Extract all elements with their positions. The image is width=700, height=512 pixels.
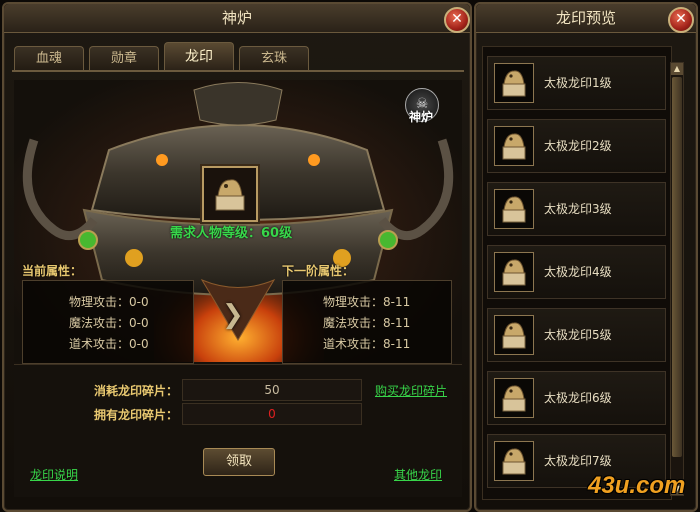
seal-preview-label: 太极龙印3级 — [544, 202, 612, 216]
scroll-thumb[interactable] — [672, 77, 682, 457]
seal-preview-title: 龙印预览 — [476, 4, 696, 33]
dragon-seal-icon — [494, 63, 534, 103]
seal-slot[interactable] — [202, 166, 258, 222]
current-magic-attack: 魔法攻击：0-0 — [69, 316, 149, 330]
dragon-seal-icon — [494, 189, 534, 229]
own-value: 0 — [182, 403, 362, 425]
dragon-seal-icon — [494, 252, 534, 292]
seal-preview-label: 太极龙印1级 — [544, 76, 612, 90]
seal-preview-item[interactable]: 太极龙印6级 — [487, 371, 666, 425]
tab-medal[interactable]: 勋章 — [89, 46, 159, 71]
seal-preview-label: 太极龙印6级 — [544, 391, 612, 405]
dragon-seal-icon — [215, 179, 245, 211]
current-attributes-title: 当前属性： — [22, 264, 83, 278]
other-seals-link[interactable]: 其他龙印 — [394, 466, 442, 483]
tab-mystic-pearl[interactable]: 玄珠 — [239, 46, 309, 71]
close-icon[interactable]: ✕ — [444, 7, 470, 33]
next-magic-attack: 魔法攻击：8-11 — [323, 316, 411, 330]
own-label: 拥有龙印碎片： — [93, 408, 178, 422]
seal-preview-label: 太极龙印5级 — [544, 328, 612, 342]
seal-preview-item[interactable]: 太极龙印1级 — [487, 56, 666, 110]
seal-preview-label: 太极龙印4级 — [544, 265, 612, 279]
seal-preview-item[interactable]: 太极龙印5级 — [487, 308, 666, 362]
upgrade-arrow-icon: ❯ — [222, 300, 244, 330]
buy-fragments-link[interactable]: 购买龙印碎片 — [375, 382, 447, 399]
seal-preview-label: 太极龙印2级 — [544, 139, 612, 153]
scroll-up-icon[interactable]: ▲ — [671, 63, 683, 75]
tab-divider — [12, 70, 464, 72]
claim-button[interactable]: 领取 — [203, 448, 275, 476]
close-icon[interactable]: ✕ — [668, 7, 694, 33]
consume-label: 消耗龙印碎片： — [93, 384, 178, 398]
seal-preview-item[interactable]: 太极龙印4级 — [487, 245, 666, 299]
next-attributes-title: 下一阶属性： — [282, 264, 355, 278]
next-physical-attack: 物理攻击：8-11 — [323, 295, 411, 309]
dragon-seal-icon — [494, 126, 534, 166]
furnace-title: 神炉 — [4, 4, 470, 33]
seal-preview-item[interactable]: 太极龙印2级 — [487, 119, 666, 173]
current-taoist-attack: 道术攻击：0-0 — [69, 337, 149, 351]
scrollbar[interactable]: ▲ ▼ — [670, 62, 684, 496]
furnace-badge-label: 神炉 — [408, 110, 433, 124]
required-level: 需求人物等级：60级 — [170, 226, 293, 241]
tab-dragon-seal[interactable]: 龙印 — [164, 42, 234, 71]
seal-preview-item[interactable]: 太极龙印3级 — [487, 182, 666, 236]
next-attributes-box: 物理攻击：8-11 魔法攻击：8-11 道术攻击：8-11 — [282, 280, 452, 364]
seal-help-link[interactable]: 龙印说明 — [30, 466, 78, 483]
current-attributes-box: 物理攻击：0-0 魔法攻击：0-0 道术攻击：0-0 — [22, 280, 194, 364]
dragon-seal-icon — [494, 441, 534, 481]
current-physical-attack: 物理攻击：0-0 — [69, 295, 149, 309]
site-watermark: 43u.com — [588, 472, 686, 499]
dragon-seal-icon — [494, 378, 534, 418]
consume-value: 50 — [182, 379, 362, 401]
next-taoist-attack: 道术攻击：8-11 — [323, 337, 411, 351]
dragon-seal-icon — [494, 315, 534, 355]
tab-blood-soul[interactable]: 血魂 — [14, 46, 84, 71]
